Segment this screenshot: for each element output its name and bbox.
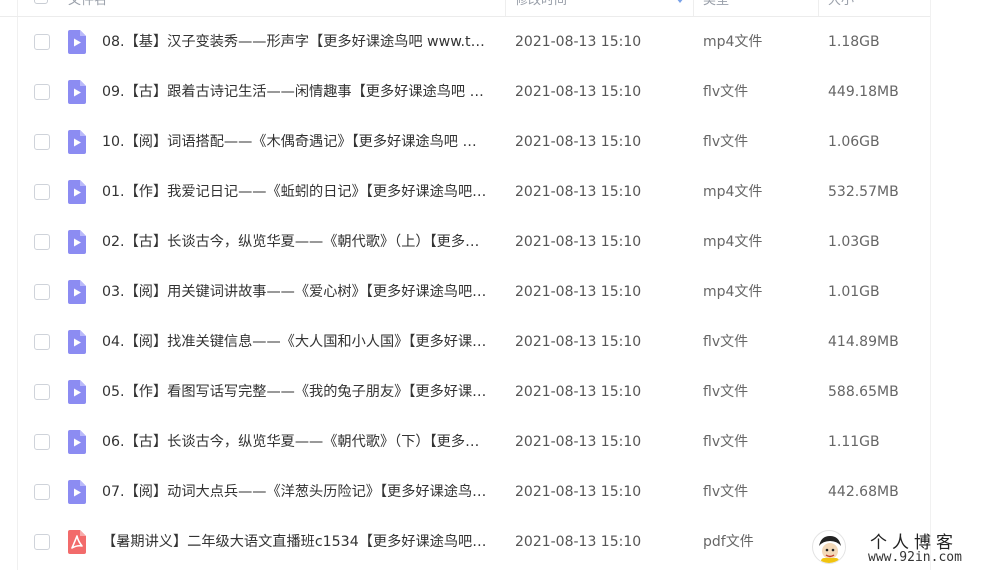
file-list: 08.【基】汉子变装秀——形声字【更多好课途鸟吧 www.tuniaoba.co… (0, 17, 930, 567)
select-all-checkbox[interactable] (34, 0, 48, 4)
file-row[interactable]: 05.【作】看图写话写完整——《我的兔子朋友》【更多好课途鸟吧 www.tuni… (0, 367, 930, 417)
row-checkbox[interactable] (34, 284, 50, 300)
file-name[interactable]: 02.【古】长谈古今，纵览华夏——《朝代歌》（上）【更多好课途鸟吧 www.tu… (102, 217, 488, 267)
scrollbar-track[interactable] (930, 0, 1001, 570)
video-file-icon (66, 430, 88, 454)
file-row[interactable]: 07.【阅】动词大点兵——《洋葱头历险记》【更多好课途鸟吧 www.tuniao… (0, 467, 930, 517)
file-type: mp4文件 (703, 284, 763, 300)
modified-time: 2021-08-13 15:10 (515, 384, 642, 400)
row-checkbox[interactable] (34, 184, 50, 200)
file-size: 1.11GB (828, 434, 880, 450)
pdf-file-icon (66, 530, 88, 554)
file-size: 442.68MB (828, 484, 899, 500)
file-size: 449.18MB (828, 84, 899, 100)
column-header-type[interactable]: 类型 (703, 0, 729, 16)
file-type: flv文件 (703, 384, 749, 400)
column-header-name[interactable]: 文件名 (68, 0, 107, 16)
watermark-url: www.92in.com (868, 550, 962, 565)
modified-time: 2021-08-13 15:10 (515, 234, 642, 250)
column-divider[interactable] (818, 0, 819, 16)
file-name[interactable]: 【暑期讲义】二年级大语文直播班c1534【更多好课途鸟吧 www.tuniaob… (102, 517, 488, 567)
sort-descending-icon[interactable] (676, 0, 684, 3)
file-list-panel: 文件名 修改时间 类型 大小 08.【基】汉子变装秀——形声字【更多好课途鸟吧 … (0, 0, 930, 570)
row-checkbox[interactable] (34, 384, 50, 400)
modified-time: 2021-08-13 15:10 (515, 334, 642, 350)
file-name[interactable]: 03.【阅】用关键词讲故事——《爱心树》【更多好课途鸟吧 www.tuniaob… (102, 267, 488, 317)
file-type: flv文件 (703, 334, 749, 350)
video-file-icon (66, 380, 88, 404)
row-checkbox[interactable] (34, 84, 50, 100)
modified-time: 2021-08-13 15:10 (515, 184, 642, 200)
file-type: pdf文件 (703, 534, 754, 550)
file-row[interactable]: 01.【作】我爱记日记——《蚯蚓的日记》【更多好课途鸟吧 www.tuniaob… (0, 167, 930, 217)
file-row[interactable]: 04.【阅】找准关键信息——《大人国和小人国》【更多好课途鸟吧 www.tuni… (0, 317, 930, 367)
modified-time: 2021-08-13 15:10 (515, 134, 642, 150)
file-type: mp4文件 (703, 34, 763, 50)
file-size: 532.57MB (828, 184, 899, 200)
video-file-icon (66, 280, 88, 304)
file-name[interactable]: 06.【古】长谈古今，纵览华夏——《朝代歌》（下）【更多好课途鸟吧 www.tu… (102, 417, 488, 467)
row-checkbox[interactable] (34, 534, 50, 550)
file-name[interactable]: 10.【阅】词语搭配——《木偶奇遇记》【更多好课途鸟吧 www.tuniaoba… (102, 117, 488, 167)
avatar (812, 530, 846, 564)
file-type: flv文件 (703, 484, 749, 500)
file-size: 1.06GB (828, 134, 880, 150)
file-row[interactable]: 10.【阅】词语搭配——《木偶奇遇记》【更多好课途鸟吧 www.tuniaoba… (0, 117, 930, 167)
modified-time: 2021-08-13 15:10 (515, 534, 642, 550)
row-checkbox[interactable] (34, 484, 50, 500)
file-row[interactable]: 03.【阅】用关键词讲故事——《爱心树》【更多好课途鸟吧 www.tuniaob… (0, 267, 930, 317)
file-type: flv文件 (703, 434, 749, 450)
row-checkbox[interactable] (34, 134, 50, 150)
file-type: mp4文件 (703, 184, 763, 200)
file-size: 1.18GB (828, 34, 880, 50)
blog-watermark: 个人博客 www.92in.com (808, 526, 1001, 570)
file-list-header: 文件名 修改时间 类型 大小 (0, 0, 930, 17)
file-type: mp4文件 (703, 234, 763, 250)
file-name[interactable]: 04.【阅】找准关键信息——《大人国和小人国》【更多好课途鸟吧 www.tuni… (102, 317, 488, 367)
column-header-size[interactable]: 大小 (828, 0, 854, 16)
file-size: 1.01GB (828, 284, 880, 300)
modified-time: 2021-08-13 15:10 (515, 434, 642, 450)
video-file-icon (66, 480, 88, 504)
video-file-icon (66, 230, 88, 254)
row-checkbox[interactable] (34, 34, 50, 50)
file-type: flv文件 (703, 84, 749, 100)
file-row[interactable]: 02.【古】长谈古今，纵览华夏——《朝代歌》（上）【更多好课途鸟吧 www.tu… (0, 217, 930, 267)
file-name[interactable]: 07.【阅】动词大点兵——《洋葱头历险记》【更多好课途鸟吧 www.tuniao… (102, 467, 488, 517)
modified-time: 2021-08-13 15:10 (515, 484, 642, 500)
file-size: 1.03GB (828, 234, 880, 250)
file-row[interactable]: 09.【古】跟着古诗记生活——闲情趣事【更多好课途鸟吧 www.tuniaoba… (0, 67, 930, 117)
row-checkbox[interactable] (34, 434, 50, 450)
file-type: flv文件 (703, 134, 749, 150)
modified-time: 2021-08-13 15:10 (515, 34, 642, 50)
modified-time: 2021-08-13 15:10 (515, 84, 642, 100)
file-size: 588.65MB (828, 384, 899, 400)
modified-time: 2021-08-13 15:10 (515, 284, 642, 300)
column-header-modified[interactable]: 修改时间 (515, 0, 567, 16)
video-file-icon (66, 180, 88, 204)
video-file-icon (66, 130, 88, 154)
file-name[interactable]: 09.【古】跟着古诗记生活——闲情趣事【更多好课途鸟吧 www.tuniaoba… (102, 67, 488, 117)
video-file-icon (66, 30, 88, 54)
file-name[interactable]: 08.【基】汉子变装秀——形声字【更多好课途鸟吧 www.tuniaoba.co… (102, 17, 488, 67)
file-row[interactable]: 【暑期讲义】二年级大语文直播班c1534【更多好课途鸟吧 www.tuniaob… (0, 517, 930, 567)
file-size: 414.89MB (828, 334, 899, 350)
file-row[interactable]: 06.【古】长谈古今，纵览华夏——《朝代歌》（下）【更多好课途鸟吧 www.tu… (0, 417, 930, 467)
video-file-icon (66, 80, 88, 104)
column-divider[interactable] (505, 0, 506, 16)
file-name[interactable]: 05.【作】看图写话写完整——《我的兔子朋友》【更多好课途鸟吧 www.tuni… (102, 367, 488, 417)
video-file-icon (66, 330, 88, 354)
file-row[interactable]: 08.【基】汉子变装秀——形声字【更多好课途鸟吧 www.tuniaoba.co… (0, 17, 930, 67)
row-checkbox[interactable] (34, 334, 50, 350)
column-divider[interactable] (693, 0, 694, 16)
row-checkbox[interactable] (34, 234, 50, 250)
file-name[interactable]: 01.【作】我爱记日记——《蚯蚓的日记》【更多好课途鸟吧 www.tuniaob… (102, 167, 488, 217)
